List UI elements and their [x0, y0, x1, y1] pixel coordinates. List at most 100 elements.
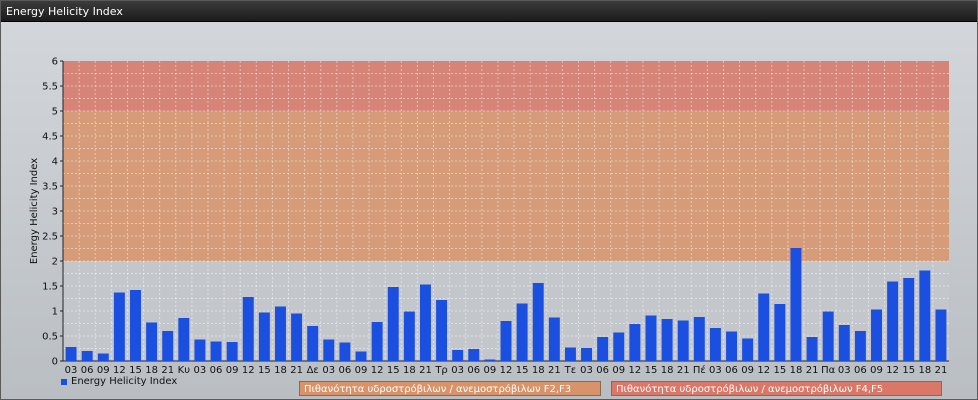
x-tick-label: 06 — [596, 365, 609, 375]
y-tick-label: 6 — [52, 57, 58, 68]
bar — [532, 283, 544, 361]
x-tick-label: 03 — [838, 365, 851, 375]
bar — [291, 313, 303, 361]
x-tick-label: Δε — [307, 365, 319, 375]
bar — [597, 337, 609, 361]
y-tick-label: 0.5 — [42, 332, 58, 343]
x-tick-label: Τε — [564, 365, 577, 375]
bar — [742, 338, 754, 361]
bar — [210, 341, 222, 361]
x-tick-label: 15 — [129, 365, 142, 375]
bar — [613, 332, 625, 361]
bar — [838, 325, 850, 361]
bar — [178, 318, 190, 361]
y-tick-label: 1 — [52, 307, 58, 318]
bar — [97, 353, 109, 361]
bar — [419, 284, 431, 361]
bar — [516, 303, 528, 361]
x-tick-label: 18 — [274, 365, 287, 375]
y-tick-label: 5 — [52, 107, 58, 118]
bar — [323, 339, 335, 361]
x-tick-label: 15 — [516, 365, 529, 375]
bar — [403, 311, 415, 361]
bar — [81, 351, 93, 361]
x-tick-label: 06 — [339, 365, 352, 375]
bar — [307, 326, 319, 361]
bar — [693, 317, 705, 361]
bar — [629, 324, 641, 361]
bar — [452, 350, 464, 361]
bar — [65, 347, 77, 361]
x-tick-label: 15 — [902, 365, 915, 375]
x-tick-label: 21 — [677, 365, 690, 375]
x-tick-label: 12 — [242, 365, 255, 375]
x-tick-label: 15 — [387, 365, 400, 375]
x-tick-label: 09 — [484, 365, 497, 375]
bar — [774, 304, 786, 361]
bar — [564, 347, 576, 361]
y-tick-label: 5.5 — [42, 82, 58, 93]
x-tick-label: 03 — [322, 365, 335, 375]
bar — [484, 359, 496, 361]
bar — [709, 328, 721, 361]
x-tick-label: 03 — [194, 365, 207, 375]
bar — [162, 331, 174, 361]
x-tick-label: 06 — [467, 365, 480, 375]
bar — [242, 297, 254, 361]
bar — [371, 322, 383, 361]
x-tick-label: 18 — [532, 365, 545, 375]
bar — [387, 287, 399, 361]
y-tick-label: 2 — [52, 257, 58, 268]
x-tick-label: 06 — [81, 365, 94, 375]
bar — [758, 293, 770, 361]
bar — [113, 292, 125, 361]
x-tick-label: 15 — [645, 365, 658, 375]
x-tick-label: 06 — [725, 365, 738, 375]
x-tick-label: 18 — [790, 365, 803, 375]
x-tick-label: 21 — [419, 365, 432, 375]
legend-swatch — [61, 378, 67, 385]
bar — [194, 339, 206, 361]
bar — [726, 331, 738, 361]
x-tick-label: 21 — [548, 365, 561, 375]
y-tick-label: 3.5 — [42, 182, 58, 193]
x-tick-label: 12 — [500, 365, 513, 375]
bar — [146, 322, 158, 361]
y-tick-label: 4 — [52, 157, 58, 168]
x-tick-label: 12 — [113, 365, 126, 375]
chart-window: Energy Helicity Index 0 0.5 1 1.5 2 2.5 3 3.5 4 4… — [0, 0, 978, 400]
x-tick-label: 21 — [161, 365, 174, 375]
bar — [854, 331, 866, 361]
bar — [661, 319, 673, 361]
bar — [919, 270, 931, 361]
bar — [903, 278, 915, 361]
bar — [822, 311, 834, 361]
x-tick-label: Τρ — [434, 365, 447, 375]
x-tick-label: 18 — [403, 365, 416, 375]
x-tick-label: 09 — [741, 365, 754, 375]
y-tick-label: 2.5 — [42, 232, 58, 243]
x-tick-label: 09 — [612, 365, 625, 375]
bar — [436, 300, 448, 361]
y-tick-label: 1.5 — [42, 282, 58, 293]
bar — [806, 337, 818, 361]
legend-label: Energy Helicity Index — [71, 376, 178, 387]
x-tick-label: 06 — [854, 365, 867, 375]
chart-plot: 0 0.5 1 1.5 2 2.5 3 3.5 4 4.5 5 5.5 6 Energy Helicity… — [29, 57, 949, 375]
x-tick-label: 03 — [451, 365, 464, 375]
x-tick-label: 03 — [65, 365, 78, 375]
x-tick-label: 15 — [258, 365, 271, 375]
bar — [226, 342, 238, 361]
y-tick-label: 0 — [52, 357, 58, 368]
zone-label-f2-f3: Πιθανότητα υδροστρόβιλων / ανεμοστρόβιλω… — [299, 381, 601, 396]
bar — [274, 306, 286, 361]
x-tick-label: 12 — [757, 365, 770, 375]
x-tick-label: Πέ — [693, 364, 706, 375]
x-tick-label: Κυ — [178, 365, 191, 375]
bar — [548, 317, 560, 361]
x-tick-label: 03 — [580, 365, 593, 375]
y-axis-label: Energy Helicity Index — [29, 158, 40, 264]
x-tick-label: 15 — [773, 365, 786, 375]
bar — [500, 321, 512, 361]
bar — [935, 309, 947, 361]
